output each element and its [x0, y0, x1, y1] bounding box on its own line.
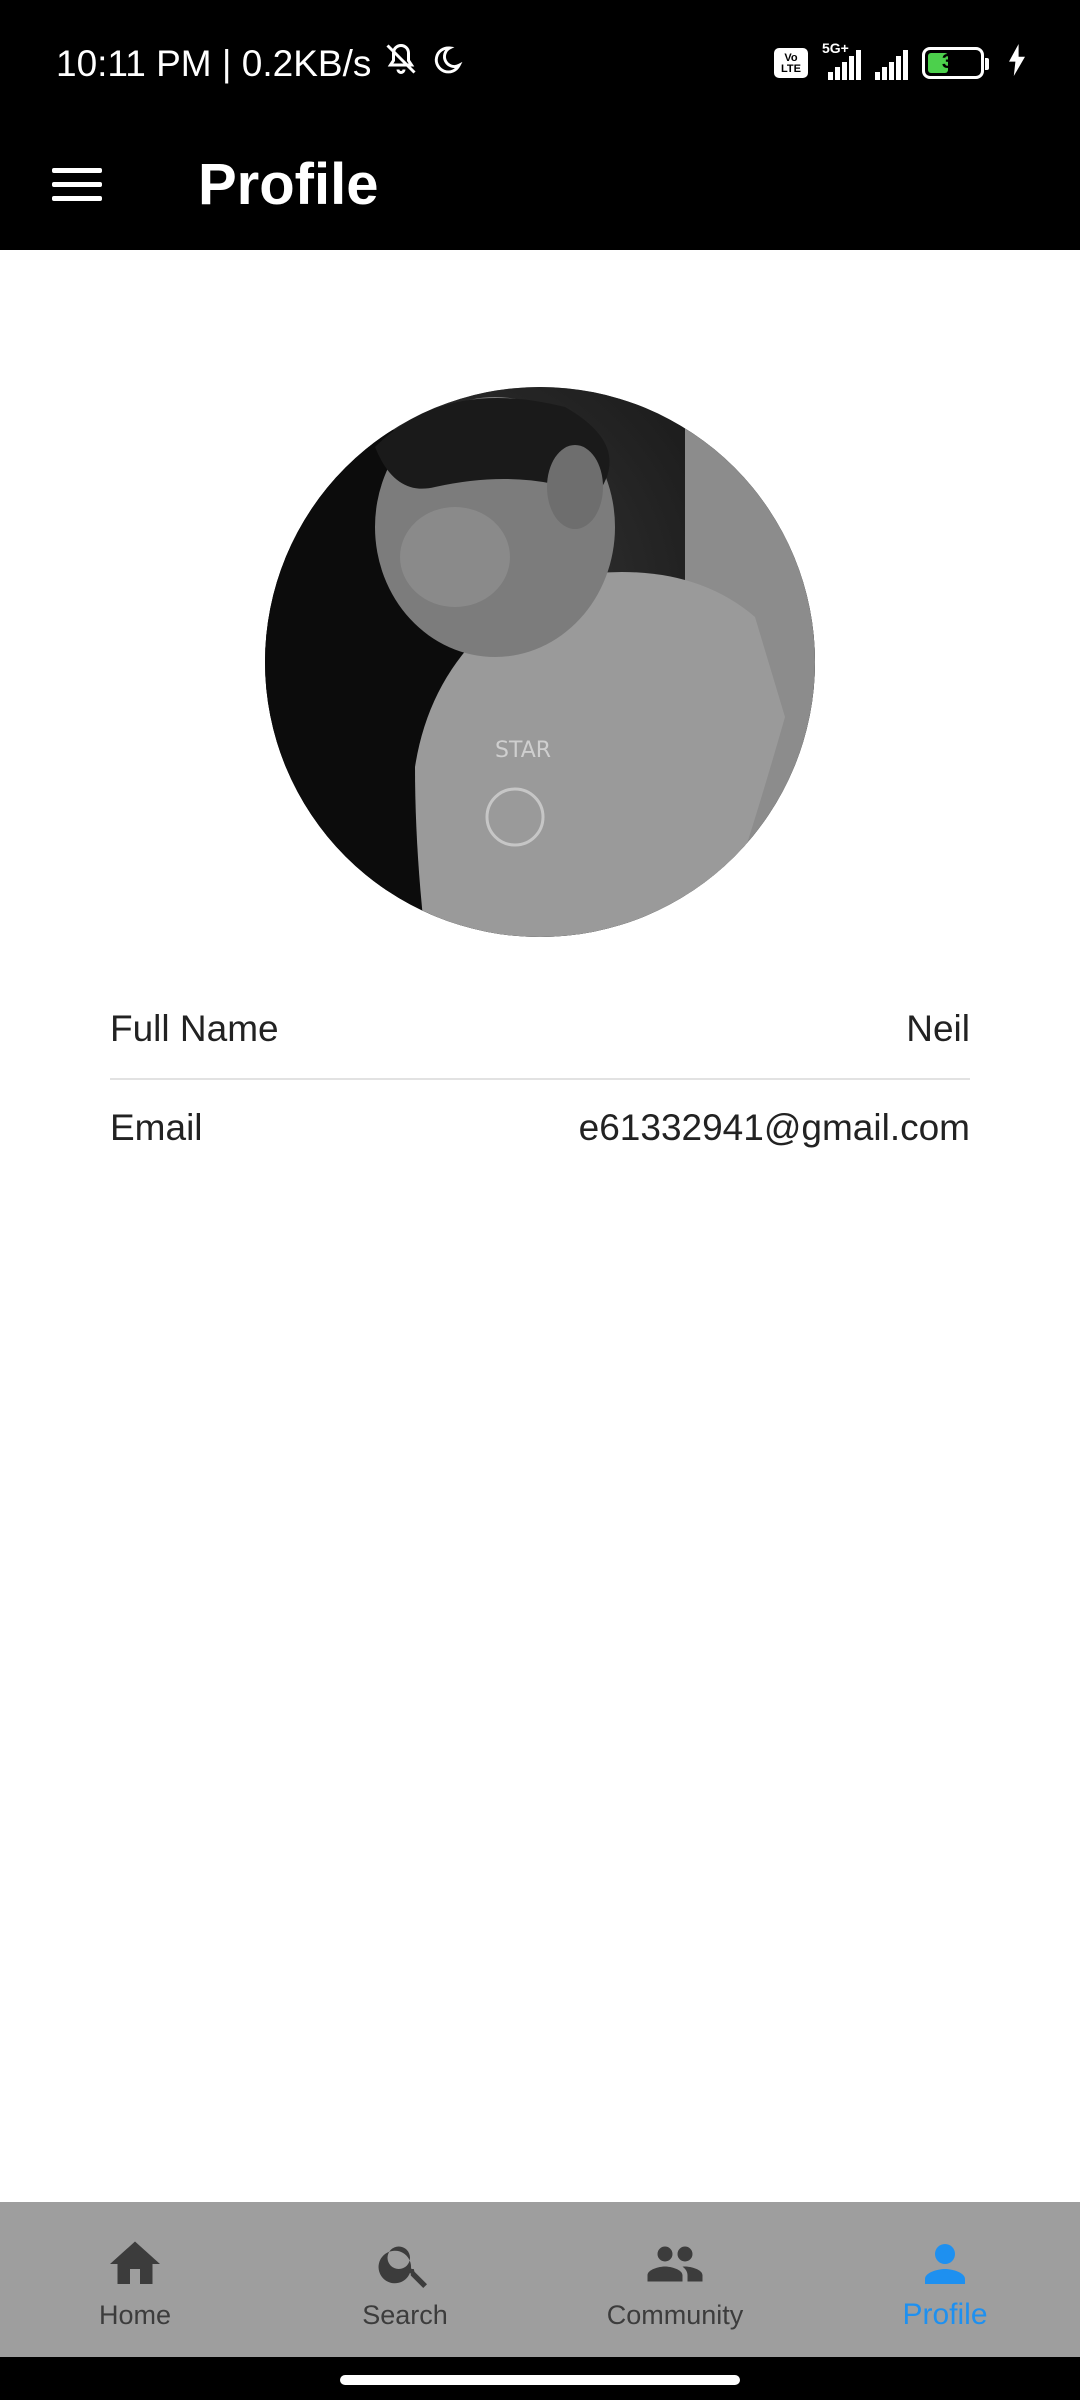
- charging-icon: [1006, 44, 1028, 81]
- signal-icon: 5G+: [822, 40, 861, 80]
- nav-home-label: Home: [98, 2300, 172, 2330]
- mute-icon: [383, 40, 419, 87]
- community-icon: [647, 2246, 703, 2282]
- battery-level: 38: [941, 51, 965, 73]
- nav-search[interactable]: Search: [270, 2202, 540, 2357]
- page-title: Profile: [198, 152, 379, 217]
- status-left: 10:11 PM | 0.2KB/s: [56, 40, 463, 87]
- search-icon: [378, 2246, 427, 2288]
- full-name-value: Neil: [906, 1008, 970, 1049]
- home-gesture-handle[interactable]: [340, 2375, 740, 2385]
- status-right: Vo LTE 5G+ 38: [774, 40, 1028, 81]
- signal-icon: [875, 46, 908, 80]
- network-type: 5G+: [822, 39, 849, 56]
- profile-info-list: Full Name Neil Email e61332941@gmail.com: [110, 980, 970, 1176]
- nav-community-label: Community: [606, 2300, 744, 2330]
- status-time: 10:11 PM | 0.2KB/s: [56, 42, 372, 84]
- full-name-label: Full Name: [110, 1008, 279, 1049]
- home-icon: [110, 2241, 160, 2284]
- nav-home[interactable]: Home: [0, 2202, 270, 2357]
- avatar: STAR: [265, 387, 815, 937]
- volte-icon: Vo LTE: [774, 47, 808, 78]
- nav-search-label: Search: [362, 2300, 448, 2330]
- status-bar: 10:11 PM | 0.2KB/s Vo LTE 5G+ 38: [0, 0, 1080, 125]
- email-row: Email e61332941@gmail.com: [110, 1078, 970, 1176]
- bottom-navigation: Home Search Community Profile: [0, 2202, 1080, 2357]
- email-label: Email: [110, 1107, 203, 1148]
- svg-text:STAR: STAR: [495, 738, 551, 763]
- email-value: e61332941@gmail.com: [578, 1107, 970, 1148]
- gesture-area: [0, 2357, 1080, 2400]
- person-icon: [925, 2244, 965, 2284]
- battery-icon: 38: [922, 46, 989, 79]
- nav-profile-label: Profile: [902, 2298, 988, 2331]
- nav-community[interactable]: Community: [540, 2202, 810, 2357]
- hamburger-menu-icon[interactable]: [46, 153, 108, 215]
- full-name-row: Full Name Neil: [110, 980, 970, 1078]
- nav-profile[interactable]: Profile: [810, 2202, 1080, 2357]
- app-bar: Profile: [0, 125, 1080, 250]
- do-not-disturb-moon-icon: [431, 43, 463, 85]
